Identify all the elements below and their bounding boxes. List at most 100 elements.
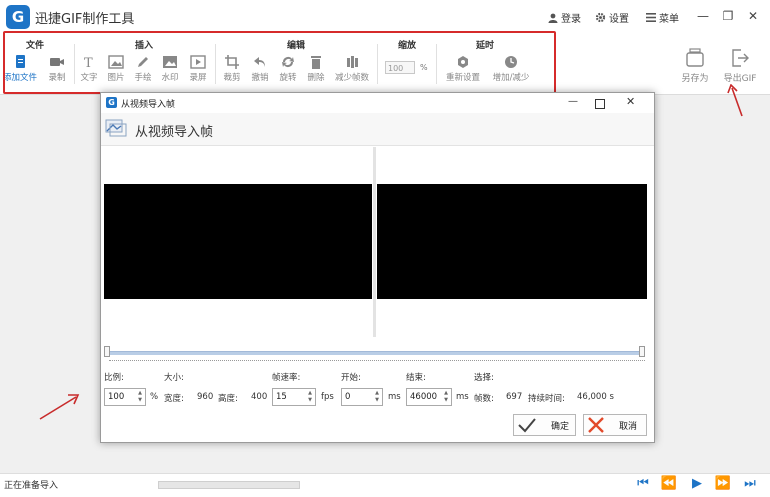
crop-button[interactable]: 裁剪 (218, 55, 246, 83)
record-label: 录制 (48, 73, 66, 83)
toolbar-divider (377, 44, 378, 84)
video-preview-start (104, 184, 372, 299)
ok-button[interactable]: 确定 (513, 414, 576, 436)
delete-button[interactable]: 删除 (302, 55, 330, 83)
reset-icon (458, 56, 468, 68)
select-label: 选择: (474, 373, 494, 383)
range-slider-track[interactable] (107, 351, 643, 355)
reduce-frames-label: 减少帧数 (334, 73, 369, 83)
settings-button[interactable]: 设置 (595, 10, 629, 25)
status-bar (0, 473, 770, 497)
play-icon[interactable]: ▶ (688, 475, 706, 493)
save-as-label: 另存为 (681, 74, 709, 84)
close-x-icon (588, 417, 604, 433)
add-reduce-button[interactable]: 增加/减少 (487, 55, 535, 83)
scale-value: 100 (108, 392, 125, 402)
svg-text:T: T (84, 56, 93, 69)
record-button[interactable]: 录制 (43, 55, 71, 83)
delete-label: 删除 (307, 73, 325, 83)
hamburger-icon (646, 13, 656, 22)
export-gif-button[interactable]: 导出GIF (721, 48, 759, 84)
dialog-maximize-icon[interactable] (595, 99, 605, 109)
duration-label: 持续时间: (528, 394, 565, 404)
reduce-frames-button[interactable]: 减少帧数 (330, 55, 374, 83)
dialog-app-icon: G (106, 97, 117, 108)
user-icon (548, 13, 558, 23)
toolbar-divider (215, 44, 216, 84)
annotation-arrow-icon (39, 394, 80, 420)
zoom-unit: % (420, 63, 428, 72)
group-label-insert: 插入 (135, 41, 154, 51)
toolbar-divider (436, 44, 437, 84)
rotate-button[interactable]: 旋转 (274, 55, 302, 83)
duration-value: 46,000 s (577, 392, 614, 402)
end-stepper[interactable]: 46000 ▲ ▼ (406, 388, 452, 406)
skip-end-icon[interactable]: ⏭ (741, 475, 759, 493)
menu-button[interactable]: 菜单 (646, 10, 679, 25)
add-file-button[interactable]: 添加文件 (0, 55, 40, 83)
skip-start-icon[interactable]: ⏮ (634, 475, 652, 493)
maximize-icon[interactable]: ❐ (720, 8, 736, 24)
stepper-arrows-icon[interactable]: ▲ ▼ (306, 390, 314, 404)
reset-button[interactable]: 重新设置 (441, 55, 485, 83)
zoom-input[interactable]: 100 (385, 61, 415, 74)
fast-forward-icon[interactable]: ⏩ (714, 475, 732, 493)
cancel-label: 取消 (619, 421, 638, 432)
end-label: 结束: (406, 373, 426, 383)
height-label: 高度: (218, 394, 238, 404)
scale-stepper[interactable]: 100 ▲ ▼ (104, 388, 146, 406)
rewind-icon[interactable]: ⏪ (660, 475, 678, 493)
preview-divider (373, 147, 376, 337)
image-button[interactable]: 图片 (102, 55, 130, 83)
undo-button[interactable]: 撤销 (246, 55, 274, 83)
text-button[interactable]: T 文字 (75, 55, 103, 83)
dialog-close-icon[interactable]: ✕ (626, 95, 635, 108)
trash-icon (311, 56, 321, 69)
cancel-button[interactable]: 取消 (583, 414, 647, 436)
stepper-arrows-icon[interactable]: ▲ ▼ (136, 390, 144, 404)
screen-record-label: 录屏 (189, 73, 207, 83)
start-unit: ms (388, 392, 401, 402)
start-stepper[interactable]: 0 ▲ ▼ (341, 388, 383, 406)
save-as-button[interactable]: 另存为 (676, 48, 714, 84)
group-label-file: 文件 (26, 41, 45, 51)
group-label-edit: 编辑 (287, 41, 306, 51)
export-gif-label: 导出GIF (723, 74, 757, 84)
size-label: 大小: (164, 373, 184, 383)
export-icon (732, 49, 749, 67)
scale-unit: % (150, 392, 159, 402)
checkmark-icon (518, 418, 536, 433)
image-label: 图片 (107, 73, 125, 83)
video-frames-icon (105, 119, 127, 137)
save-as-icon (686, 48, 704, 67)
width-label: 宽度: (164, 394, 184, 404)
draw-label: 手绘 (134, 73, 152, 83)
undo-label: 撤销 (251, 73, 269, 83)
range-slider-start-handle[interactable] (104, 346, 110, 357)
minimize-icon[interactable]: — (695, 8, 711, 24)
stepper-arrows-icon[interactable]: ▲ ▼ (442, 390, 450, 404)
range-slider-end-handle[interactable] (639, 346, 645, 357)
reduce-frames-icon (347, 56, 358, 68)
start-label: 开始: (341, 373, 361, 383)
framerate-stepper[interactable]: 15 ▲ ▼ (272, 388, 316, 406)
clock-icon (505, 56, 517, 68)
stepper-arrows-icon[interactable]: ▲ ▼ (373, 390, 381, 404)
watermark-button[interactable]: 水印 (156, 55, 184, 83)
login-button[interactable]: 登录 (548, 10, 581, 25)
status-text: 正在准备导入 (4, 481, 59, 491)
slider-divider (109, 360, 645, 363)
draw-button[interactable]: 手绘 (129, 55, 157, 83)
dialog-window-title: 从视频导入帧 (121, 100, 176, 110)
end-unit: ms (456, 392, 469, 402)
screen-record-button[interactable]: 录屏 (184, 55, 212, 83)
settings-label: 设置 (609, 14, 629, 25)
framerate-label: 帧速率: (272, 373, 301, 383)
close-icon[interactable]: ✕ (745, 8, 761, 24)
screen-record-icon (190, 55, 206, 69)
framerate-unit: fps (321, 392, 334, 402)
group-label-zoom: 缩放 (398, 41, 417, 51)
rotate-label: 旋转 (279, 73, 297, 83)
crop-label: 裁剪 (223, 73, 241, 83)
dialog-minimize-icon[interactable]: — (568, 96, 578, 107)
